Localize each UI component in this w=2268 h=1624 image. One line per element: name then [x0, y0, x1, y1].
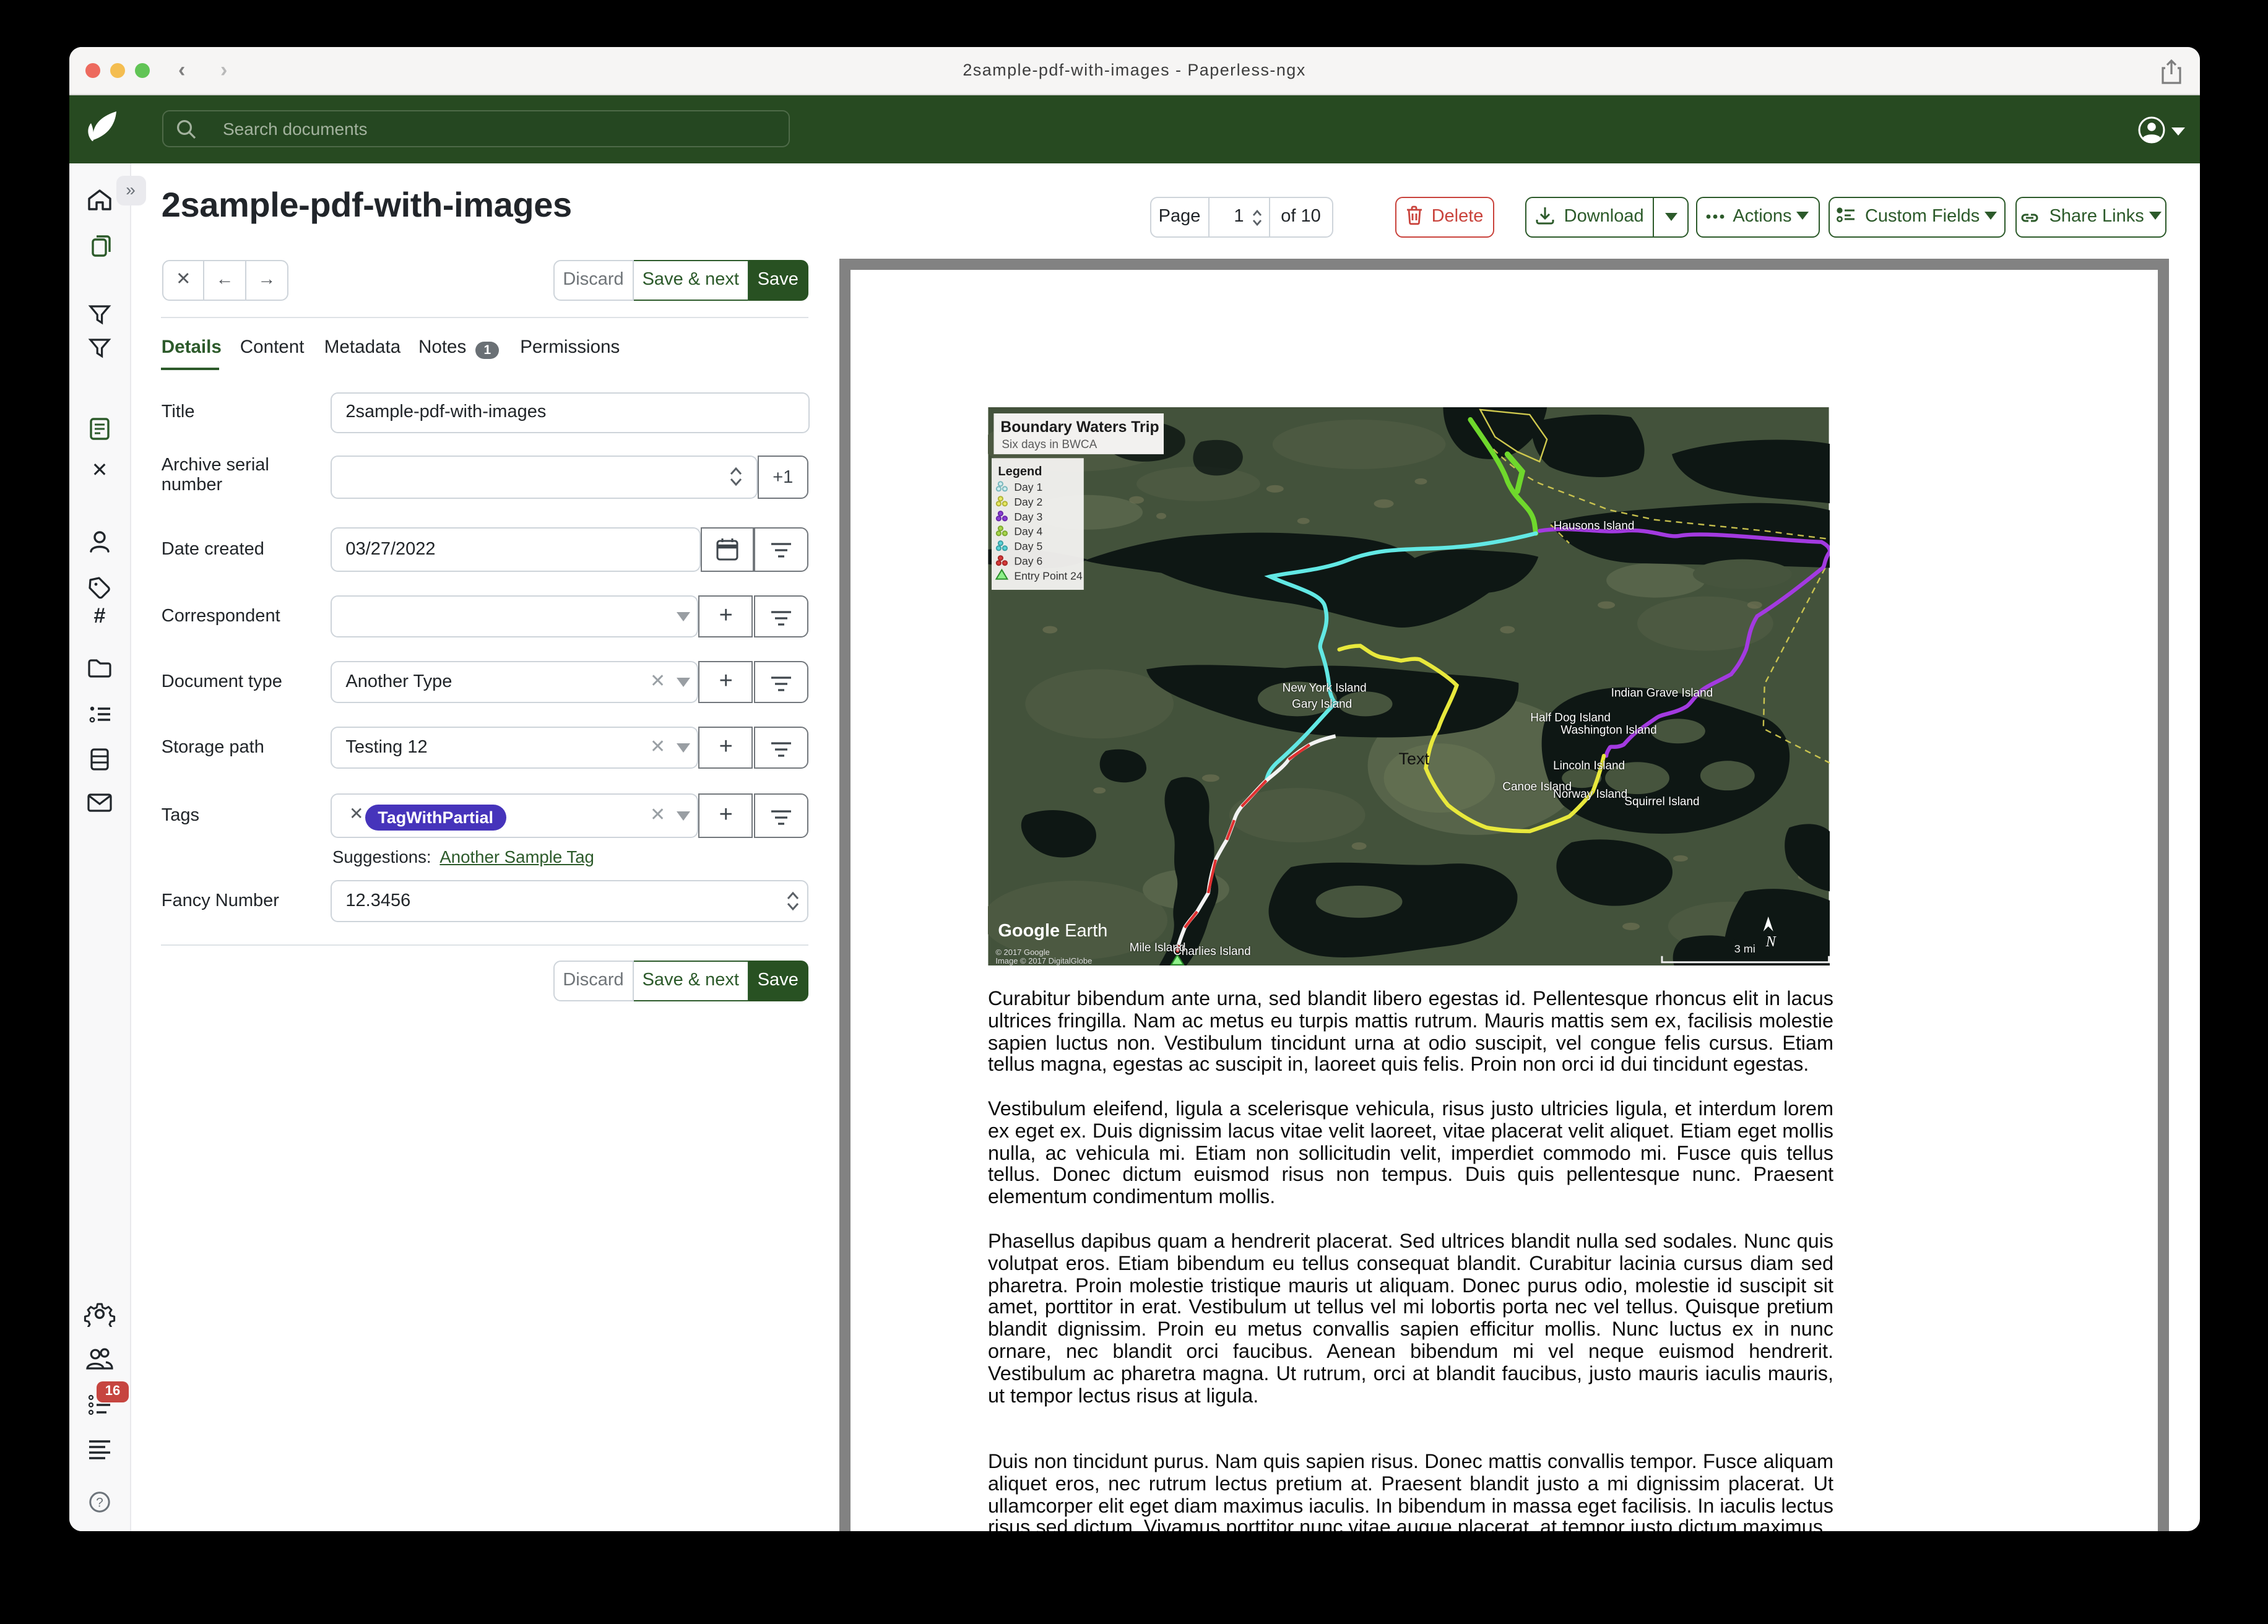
- svg-text:Indian Grave Island: Indian Grave Island: [1611, 686, 1713, 699]
- svg-text:Half Dog Island: Half Dog Island: [1530, 711, 1611, 724]
- svg-text:Legend: Legend: [998, 464, 1042, 478]
- svg-text:Hausons Island: Hausons Island: [1554, 519, 1635, 532]
- svg-text:Day 2: Day 2: [1014, 495, 1042, 508]
- svg-text:Boundary Waters Trip: Boundary Waters Trip: [1000, 418, 1159, 435]
- svg-text:Six days in BWCA: Six days in BWCA: [1002, 438, 1097, 451]
- svg-text:?: ?: [96, 1495, 103, 1509]
- svg-text:Day 6: Day 6: [1014, 555, 1042, 567]
- svg-text:Gary Island: Gary Island: [1292, 698, 1352, 710]
- svg-text:N: N: [1765, 933, 1777, 949]
- svg-text:Day 1: Day 1: [1014, 480, 1042, 493]
- svg-text:Washington Island: Washington Island: [1560, 723, 1656, 736]
- svg-text:Text: Text: [1399, 749, 1430, 767]
- svg-text:Charlies Island: Charlies Island: [1173, 944, 1250, 957]
- svg-text:3 mi: 3 mi: [1734, 942, 1755, 954]
- svg-text:Day 3: Day 3: [1014, 510, 1042, 522]
- svg-text:Day 4: Day 4: [1014, 525, 1042, 537]
- svg-text:Norway Island: Norway Island: [1553, 787, 1627, 800]
- svg-text:Squirrel Island: Squirrel Island: [1624, 795, 1699, 808]
- svg-text:Day 5: Day 5: [1014, 540, 1042, 552]
- svg-text:Image © 2017 DigitalGlobe: Image © 2017 DigitalGlobe: [995, 956, 1092, 965]
- svg-text:Entry Point 24: Entry Point 24: [1014, 569, 1083, 582]
- svg-text:Lincoln Island: Lincoln Island: [1553, 759, 1625, 772]
- svg-text:© 2017 Google: © 2017 Google: [995, 947, 1049, 956]
- svg-text:New York Island: New York Island: [1283, 681, 1367, 694]
- svg-text:Google Earth: Google Earth: [998, 920, 1107, 940]
